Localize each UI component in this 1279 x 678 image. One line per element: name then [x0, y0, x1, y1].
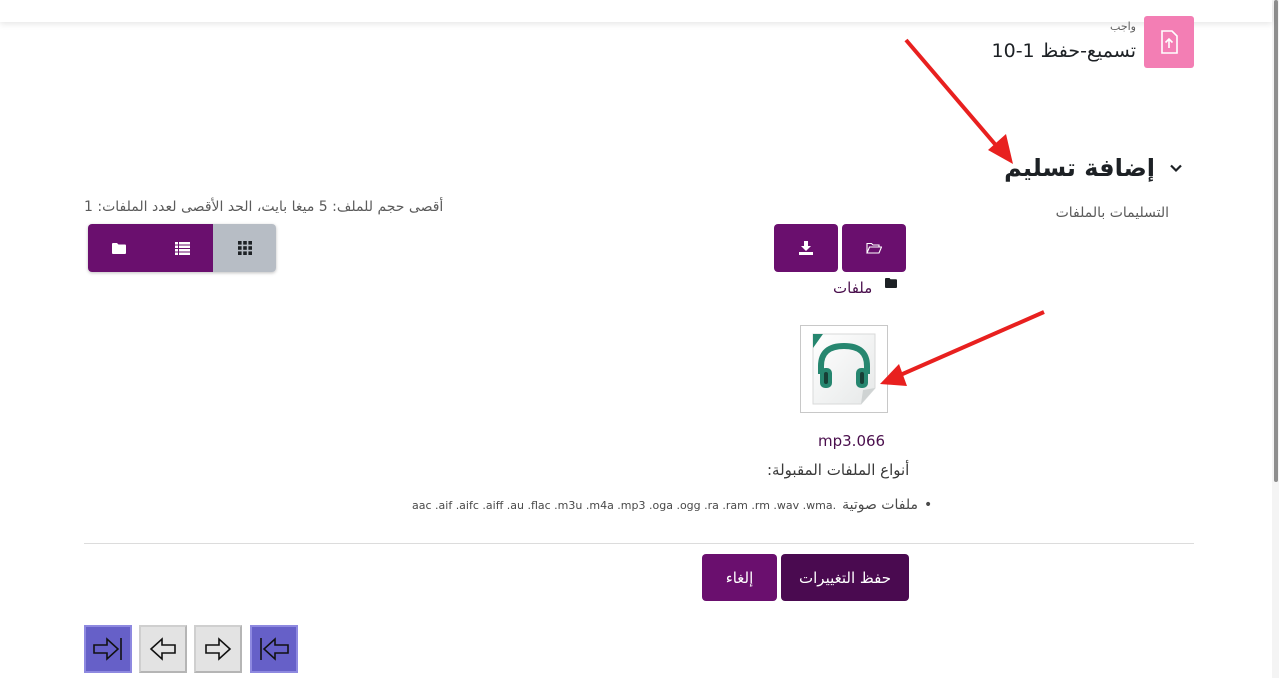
folder-open-icon [866, 242, 882, 254]
file-name[interactable]: mp3.066 [818, 432, 885, 450]
first-page-button[interactable] [250, 625, 298, 673]
page-title: تسميع-حفظ 1-10 [991, 40, 1137, 62]
accepted-types-label: أنواع الملفات المقبولة: [767, 461, 910, 479]
file-upload-icon [1144, 16, 1194, 68]
section-title: إضافة تسليم [1004, 154, 1155, 182]
forward-arrow-icon [205, 637, 232, 661]
last-page-icon [93, 637, 122, 661]
view-list-button[interactable] [150, 224, 214, 272]
add-file-button[interactable] [842, 224, 906, 272]
download-all-button[interactable] [774, 224, 838, 272]
grid-icon [237, 241, 252, 255]
accepted-group-name: ملفات صوتية [842, 497, 918, 513]
field-label: التسليمات بالملفات [1055, 205, 1169, 221]
annotation-arrows [880, 38, 1045, 386]
headphones-audio-file-icon [812, 333, 876, 405]
accepted-types-list-item: • ملفات صوتية aac .aif .aifc .aiff .au .… [412, 497, 932, 513]
breadcrumb-files[interactable]: ملفات [833, 279, 872, 297]
list-icon [174, 241, 190, 255]
download-icon [799, 241, 813, 255]
back-button[interactable] [139, 625, 187, 673]
first-page-icon [260, 637, 289, 661]
page-scrollbar[interactable] [1272, 0, 1279, 678]
back-arrow-icon [149, 637, 176, 661]
accepted-extensions: aac .aif .aifc .aiff .au .flac .m3u .m4a… [412, 499, 837, 512]
view-mode-toggle [88, 224, 276, 272]
top-navbar [0, 0, 1272, 22]
form-divider [84, 543, 1194, 544]
folder-icon [112, 242, 127, 254]
annotation-arrow-icon [880, 310, 1045, 386]
view-tree-button[interactable] [88, 224, 151, 272]
folder-icon [885, 278, 897, 288]
section-header[interactable]: إضافة تسليم [1004, 154, 1183, 182]
forward-button[interactable] [194, 625, 242, 673]
scrollbar-thumb[interactable] [1274, 0, 1278, 482]
save-changes-button[interactable]: حفظ التغييرات [781, 554, 909, 601]
audio-file-thumbnail[interactable] [800, 325, 888, 413]
chevron-down-icon[interactable] [1169, 161, 1183, 175]
upload-limits-text: أقصى حجم للملف: 5 ميغا بايت، الحد الأقصى… [84, 199, 444, 215]
view-icons-button[interactable] [213, 224, 276, 272]
activity-type-label: واجب [1110, 20, 1136, 33]
last-page-button[interactable] [84, 625, 132, 673]
cancel-button[interactable]: إلغاء [702, 554, 777, 601]
list-bullet: • [923, 497, 933, 513]
